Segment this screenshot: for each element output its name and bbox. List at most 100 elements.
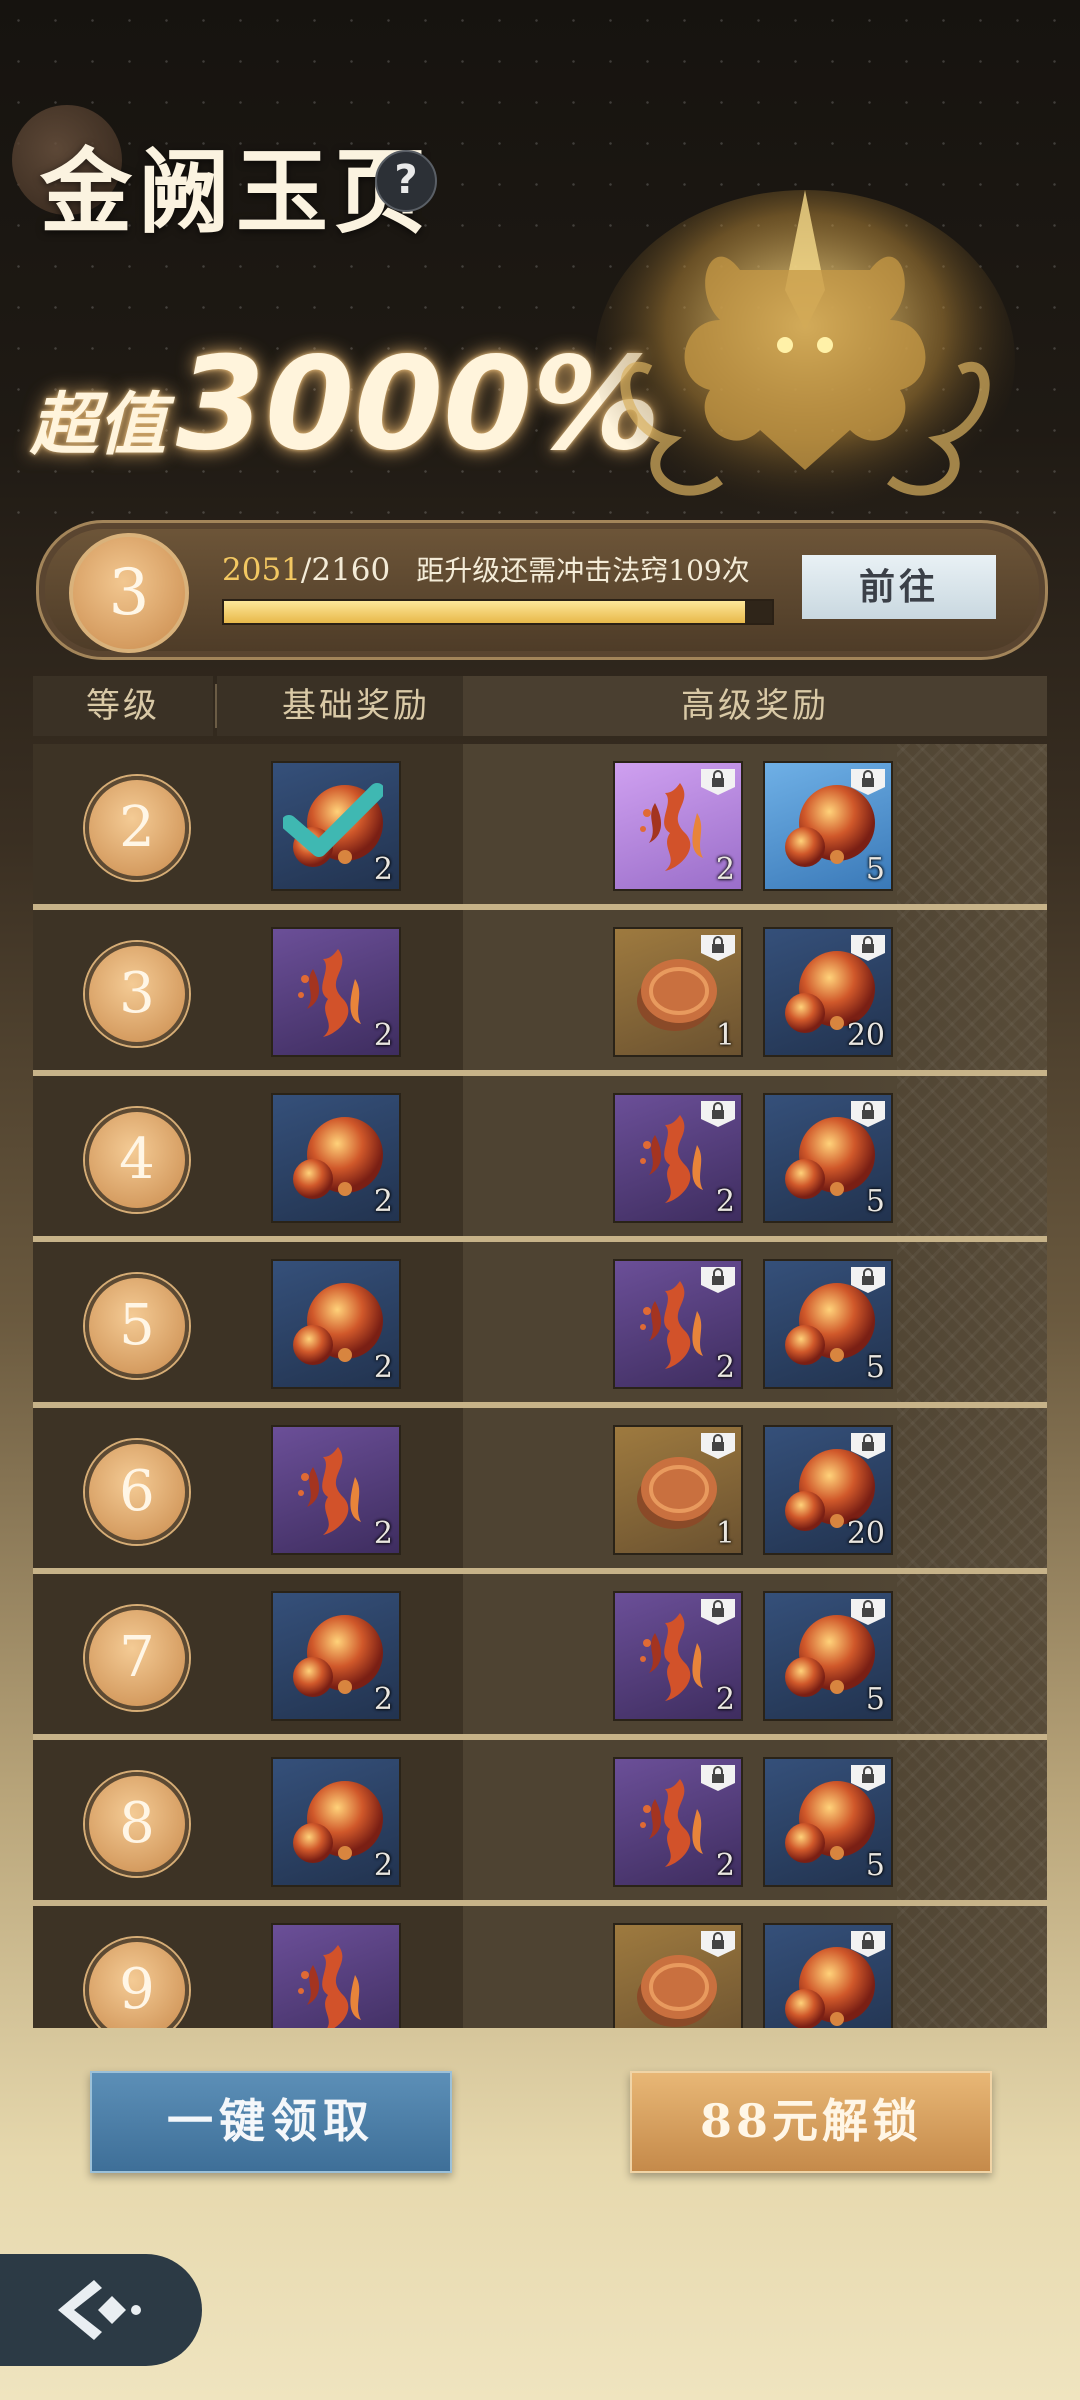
lock-icon [701,1931,735,1957]
row-pattern [897,1906,1047,2028]
item-count: 2 [373,1184,393,1219]
lock-icon [851,1433,885,1459]
reward-item-orb[interactable]: 20 [763,1425,893,1555]
reward-item-orb[interactable]: 5 [763,1093,893,1223]
golden-deity-illustration [595,190,1015,530]
row-level-badge: 7 [85,1606,189,1710]
item-count: 2 [373,1350,393,1385]
flame-spirit-icon [298,1945,361,2028]
row-pattern [897,1076,1047,1236]
reward-item-flame[interactable]: 2 [271,1425,401,1555]
reward-row: 8 2 2 5 [33,1740,1047,1900]
progress-total: /2160 [300,552,391,588]
lock-icon [701,1765,735,1791]
row-level-badge: 9 [85,1938,189,2028]
reward-row: 4 2 2 5 [33,1076,1047,1236]
row-level-badge: 6 [85,1440,189,1544]
reward-item-orb[interactable]: 5 [763,1757,893,1887]
unlock-button[interactable]: 88元解锁 [630,2071,992,2173]
row-pattern [897,1242,1047,1402]
reward-item-flame[interactable] [271,1923,401,2028]
lock-icon [851,1599,885,1625]
item-count: 5 [865,1350,885,1385]
lock-icon [851,1931,885,1957]
progress-bar [222,599,774,625]
item-count: 20 [846,1516,885,1551]
slogan-prefix: 超值 [30,385,167,465]
lock-icon [851,1267,885,1293]
level-progress-panel: 3 2051/2160 距升级还需冲击法窍109次 前往 [36,520,1048,660]
reward-row: 5 2 2 5 [33,1242,1047,1402]
item-count: 2 [715,1184,735,1219]
item-count: 2 [715,1350,735,1385]
reward-item-flame[interactable]: 2 [613,761,743,891]
reward-row: 9 [33,1906,1047,2028]
lock-icon [701,935,735,961]
slogan-value: 3000% [176,330,661,479]
reward-row: 3 2 1 20 [33,910,1047,1070]
header-advanced-reward: 高级奖励 [463,676,1047,736]
current-level-badge: 3 [69,533,189,653]
reward-table[interactable]: 2 2 2 5 3 2 1 20 4 2 2 5 5 2 2 5 6 2 1 20 7 2 2 5 8 2 2 5 9 [33,744,1047,2028]
lock-icon [851,935,885,961]
reward-item-flame[interactable]: 2 [613,1591,743,1721]
reward-item-flame[interactable]: 2 [613,1093,743,1223]
reward-item-coin[interactable]: 1 [613,927,743,1057]
row-level-badge: 5 [85,1274,189,1378]
go-button[interactable]: 前往 [802,555,996,619]
header-divider [215,684,217,728]
item-count: 1 [715,1516,735,1551]
reward-item-coin[interactable]: 1 [613,1425,743,1555]
row-pattern [897,1574,1047,1734]
row-pattern [897,910,1047,1070]
reward-row: 7 2 2 5 [33,1574,1047,1734]
lock-icon [701,1433,735,1459]
item-count: 2 [373,1018,393,1053]
lock-icon [851,1765,885,1791]
reward-item-orb[interactable]: 2 [271,761,401,891]
item-count: 2 [715,1682,735,1717]
row-level-badge: 3 [85,942,189,1046]
reward-item-orb[interactable]: 2 [271,1259,401,1389]
lock-icon [851,1101,885,1127]
reward-item-flame[interactable]: 2 [271,927,401,1057]
reward-item-coin[interactable] [613,1923,743,2028]
lock-icon [851,769,885,795]
reward-item-flame[interactable]: 2 [613,1259,743,1389]
item-count: 2 [373,1682,393,1717]
item-count: 2 [373,1516,393,1551]
row-pattern [897,744,1047,904]
reward-item-orb[interactable]: 2 [271,1591,401,1721]
item-count: 2 [373,852,393,887]
checkmark-icon [283,783,383,857]
item-count: 2 [715,1848,735,1883]
lock-icon [701,1101,735,1127]
item-count: 20 [846,1018,885,1053]
row-level-badge: 4 [85,1108,189,1212]
reward-table-header: 等级 基础奖励 高级奖励 [33,676,1047,736]
reward-item-orb[interactable]: 2 [271,1093,401,1223]
reward-item-orb[interactable]: 2 [271,1757,401,1887]
row-pattern [897,1740,1047,1900]
upgrade-hint: 距升级还需冲击法窍109次 [416,554,750,587]
reward-item-orb[interactable]: 5 [763,1591,893,1721]
reward-item-orb[interactable]: 20 [763,927,893,1057]
reward-row: 6 2 1 20 [33,1408,1047,1568]
reward-item-orb[interactable]: 5 [763,761,893,891]
claim-all-button[interactable]: 一键领取 [90,2071,452,2173]
item-count: 1 [715,1018,735,1053]
reward-item-orb[interactable]: 5 [763,1259,893,1389]
row-pattern [897,1408,1047,1568]
header-base-reward: 基础奖励 [217,676,495,736]
help-icon[interactable]: ? [375,150,437,212]
item-count: 2 [715,852,735,887]
page-title: 金阙玉页 [40,138,433,246]
back-button[interactable] [0,2254,202,2366]
reward-item-orb[interactable] [763,1923,893,2028]
header-level: 等级 [33,676,213,736]
progress-text: 2051/2160 距升级还需冲击法窍109次 [222,549,750,589]
reward-item-flame[interactable]: 2 [613,1757,743,1887]
value-slogan: 超值3000% [30,330,661,479]
lock-icon [701,769,735,795]
item-count: 2 [373,1848,393,1883]
